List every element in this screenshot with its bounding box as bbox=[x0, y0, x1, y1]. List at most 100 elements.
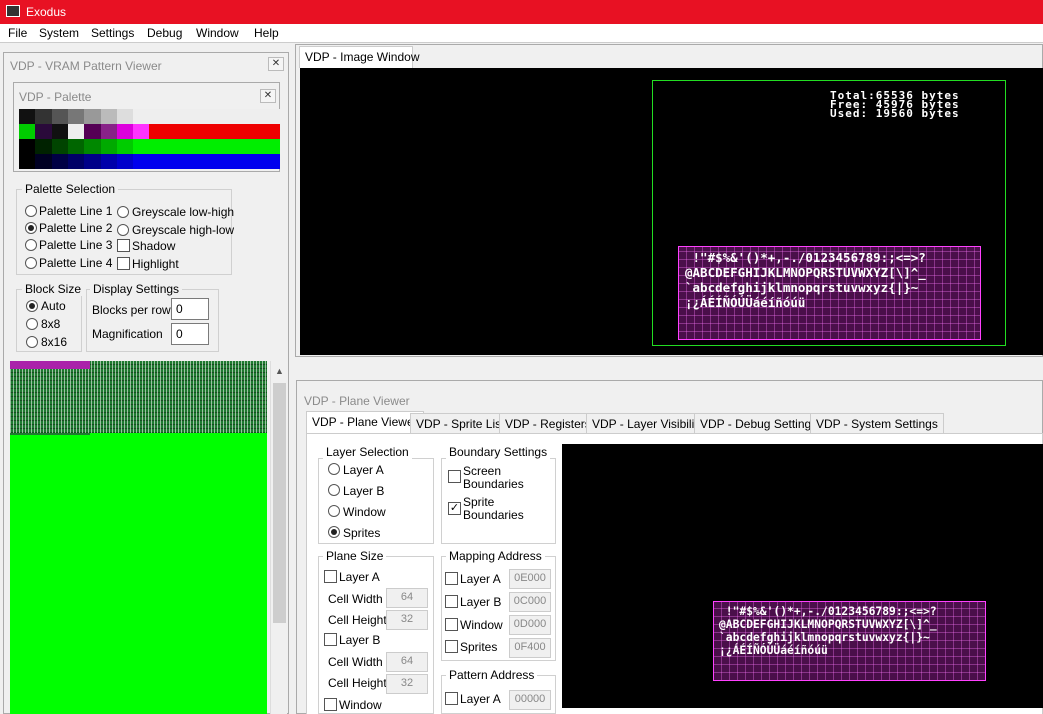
highlight-checkbox[interactable] bbox=[117, 257, 130, 270]
mapping-layer-b-input[interactable]: 0C000 bbox=[509, 592, 551, 612]
screen-boundaries-checkbox[interactable] bbox=[448, 470, 461, 483]
layer-a-cell-height-input[interactable]: 32 bbox=[386, 610, 428, 630]
palette-swatch[interactable] bbox=[84, 139, 101, 154]
palette-swatch[interactable] bbox=[247, 109, 264, 124]
palette-swatch[interactable] bbox=[133, 124, 150, 139]
tab-debug-settings[interactable]: VDP - Debug Settings bbox=[694, 413, 824, 433]
magnification-input[interactable]: 0 bbox=[171, 323, 209, 345]
mapping-window-input[interactable]: 0D000 bbox=[509, 615, 551, 635]
palette-swatch[interactable] bbox=[35, 139, 52, 154]
palette-swatch[interactable] bbox=[214, 124, 231, 139]
palette-line-3-radio[interactable] bbox=[25, 239, 37, 251]
palette-swatch[interactable] bbox=[116, 109, 134, 124]
palette-swatch[interactable] bbox=[263, 124, 280, 139]
vram-pattern-display[interactable] bbox=[10, 361, 267, 714]
menu-settings[interactable]: Settings bbox=[91, 26, 134, 40]
palette-swatch[interactable] bbox=[182, 109, 199, 124]
palette-swatch[interactable] bbox=[116, 154, 134, 169]
palette-swatch[interactable] bbox=[35, 154, 52, 169]
tab-layer-visibility[interactable]: VDP - Layer Visibility bbox=[586, 413, 710, 433]
scroll-up-icon[interactable]: ▲ bbox=[275, 366, 284, 376]
palette-swatch[interactable] bbox=[133, 109, 150, 124]
palette-swatch[interactable] bbox=[100, 139, 117, 154]
layer-a-cell-width-input[interactable]: 64 bbox=[386, 588, 428, 608]
layer-b-cell-height-input[interactable]: 32 bbox=[386, 674, 428, 694]
palette-swatch[interactable] bbox=[67, 124, 85, 139]
palette-close-icon[interactable]: ✕ bbox=[260, 89, 276, 103]
plane-size-layer-b-checkbox[interactable] bbox=[324, 633, 337, 646]
greyscale-low-high-radio[interactable] bbox=[117, 206, 129, 218]
palette-swatch[interactable] bbox=[263, 139, 280, 154]
menu-system[interactable]: System bbox=[39, 26, 79, 40]
palette-swatch[interactable] bbox=[230, 154, 248, 169]
scroll-thumb[interactable] bbox=[273, 383, 286, 623]
tab-registers[interactable]: VDP - Registers bbox=[499, 413, 597, 433]
palette-swatch[interactable] bbox=[247, 124, 264, 139]
palette-swatch[interactable] bbox=[51, 109, 68, 124]
mapping-window-checkbox[interactable] bbox=[445, 618, 458, 631]
palette-swatch[interactable] bbox=[198, 139, 215, 154]
palette-swatch[interactable] bbox=[149, 154, 166, 169]
palette-line-4-radio[interactable] bbox=[25, 257, 37, 269]
sprite-boundaries-checkbox[interactable]: ✓ bbox=[448, 502, 461, 515]
palette-swatch[interactable] bbox=[67, 139, 85, 154]
window-radio[interactable] bbox=[328, 505, 340, 517]
vram-scrollbar[interactable]: ▲ bbox=[270, 361, 287, 714]
palette-swatch[interactable] bbox=[19, 154, 36, 169]
block-size-8x8-radio[interactable] bbox=[26, 318, 38, 330]
blocks-per-row-input[interactable]: 0 bbox=[171, 298, 209, 320]
palette-swatch[interactable] bbox=[149, 139, 166, 154]
block-size-8x16-radio[interactable] bbox=[26, 336, 38, 348]
palette-swatch[interactable] bbox=[51, 139, 68, 154]
palette-swatch[interactable] bbox=[116, 124, 134, 139]
palette-swatch[interactable] bbox=[165, 139, 183, 154]
layer-b-cell-width-input[interactable]: 64 bbox=[386, 652, 428, 672]
palette-swatch[interactable] bbox=[51, 154, 68, 169]
palette-swatch[interactable] bbox=[263, 109, 280, 124]
menu-window[interactable]: Window bbox=[196, 26, 239, 40]
palette-swatch[interactable] bbox=[100, 109, 117, 124]
palette-grid[interactable] bbox=[19, 109, 281, 169]
plane-size-layer-a-checkbox[interactable] bbox=[324, 570, 337, 583]
image-display[interactable]: Total:65536 bytes Free: 45976 bytes Used… bbox=[300, 68, 1043, 355]
tab-system-settings[interactable]: VDP - System Settings bbox=[810, 413, 944, 433]
palette-swatch[interactable] bbox=[198, 154, 215, 169]
layer-a-radio[interactable] bbox=[328, 463, 340, 475]
palette-swatch[interactable] bbox=[19, 109, 36, 124]
palette-swatch[interactable] bbox=[35, 124, 52, 139]
palette-swatch[interactable] bbox=[149, 124, 166, 139]
palette-swatch[interactable] bbox=[100, 124, 117, 139]
palette-swatch[interactable] bbox=[198, 124, 215, 139]
menu-file[interactable]: File bbox=[8, 26, 27, 40]
palette-swatch[interactable] bbox=[214, 154, 231, 169]
palette-swatch[interactable] bbox=[214, 139, 231, 154]
mapping-layer-a-input[interactable]: 0E000 bbox=[509, 569, 551, 589]
palette-swatch[interactable] bbox=[165, 154, 183, 169]
greyscale-high-low-radio[interactable] bbox=[117, 224, 129, 236]
plane-display[interactable]: !"#$%&'()*+,-./0123456789:;<=>? @ABCDEFG… bbox=[562, 444, 1043, 708]
palette-swatch[interactable] bbox=[116, 139, 134, 154]
palette-swatch[interactable] bbox=[214, 109, 231, 124]
block-size-auto-radio[interactable] bbox=[26, 300, 38, 312]
menu-help[interactable]: Help bbox=[254, 26, 279, 40]
palette-swatch[interactable] bbox=[230, 139, 248, 154]
palette-swatch[interactable] bbox=[84, 109, 101, 124]
palette-swatch[interactable] bbox=[165, 124, 183, 139]
palette-swatch[interactable] bbox=[230, 109, 248, 124]
palette-swatch[interactable] bbox=[84, 154, 101, 169]
palette-swatch[interactable] bbox=[263, 154, 280, 169]
layer-b-radio[interactable] bbox=[328, 484, 340, 496]
palette-swatch[interactable] bbox=[133, 139, 150, 154]
palette-swatch[interactable] bbox=[67, 109, 85, 124]
palette-swatch[interactable] bbox=[247, 154, 264, 169]
tab-image-window[interactable]: VDP - Image Window bbox=[299, 46, 420, 68]
palette-swatch[interactable] bbox=[51, 124, 68, 139]
mapping-layer-b-checkbox[interactable] bbox=[445, 595, 458, 608]
palette-swatch[interactable] bbox=[198, 109, 215, 124]
tab-sprite-list[interactable]: VDP - Sprite List bbox=[410, 413, 511, 433]
palette-swatch[interactable] bbox=[100, 154, 117, 169]
shadow-checkbox[interactable] bbox=[117, 239, 130, 252]
palette-swatch[interactable] bbox=[67, 154, 85, 169]
palette-swatch[interactable] bbox=[133, 154, 150, 169]
palette-swatch[interactable] bbox=[230, 124, 248, 139]
